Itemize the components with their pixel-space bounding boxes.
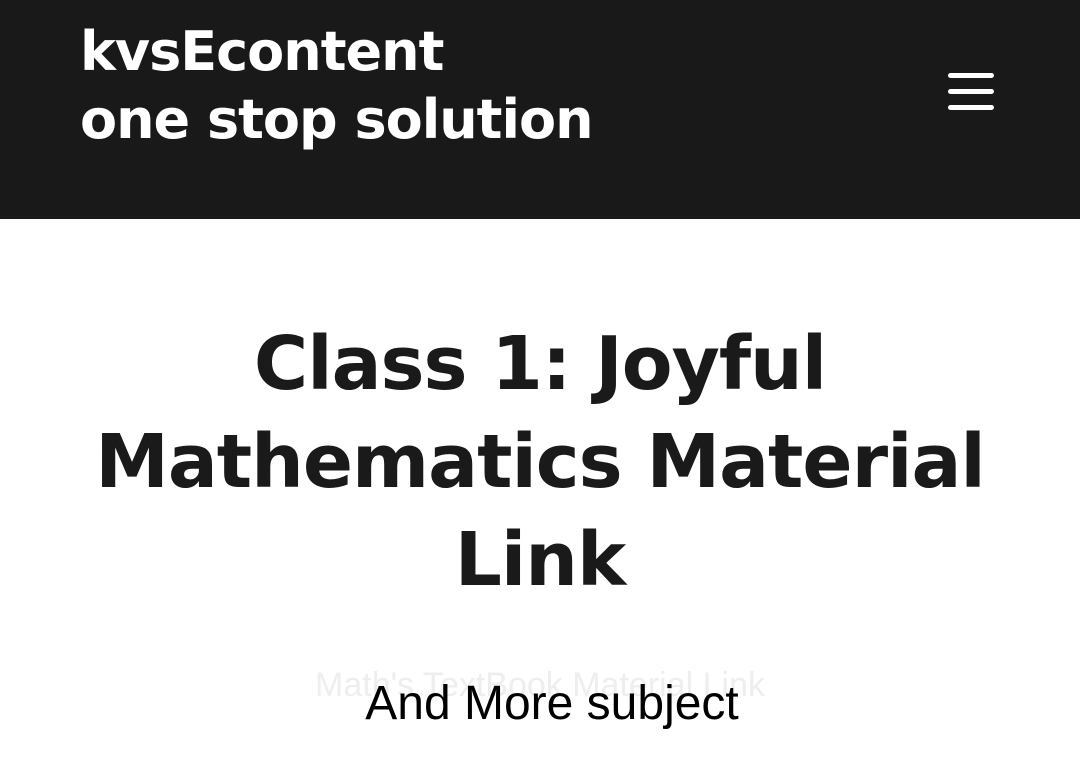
hero-section: Class 1: Joyful Mathematics Material Lin… <box>0 219 1080 784</box>
page-title: Class 1: Joyful Mathematics Material Lin… <box>40 315 1040 609</box>
menu-button[interactable] <box>940 66 1000 118</box>
page-title-line1: Class 1: Joyful <box>253 321 827 407</box>
overlay-caption-text: And More subject <box>365 677 739 730</box>
site-title-line1: kvsEcontent <box>80 20 444 83</box>
menu-icon-bar-top <box>948 73 994 78</box>
page-title-line3: Link <box>454 517 626 603</box>
menu-icon-bar-middle <box>948 89 994 94</box>
site-header: kvsEcontent one stop solution <box>0 0 1080 219</box>
page-title-line2: Mathematics Material <box>95 419 986 505</box>
menu-icon-bar-bottom <box>948 105 994 110</box>
site-tagline: one stop solution <box>80 88 594 151</box>
site-title-link[interactable]: kvsEcontent one stop solution <box>80 18 594 154</box>
